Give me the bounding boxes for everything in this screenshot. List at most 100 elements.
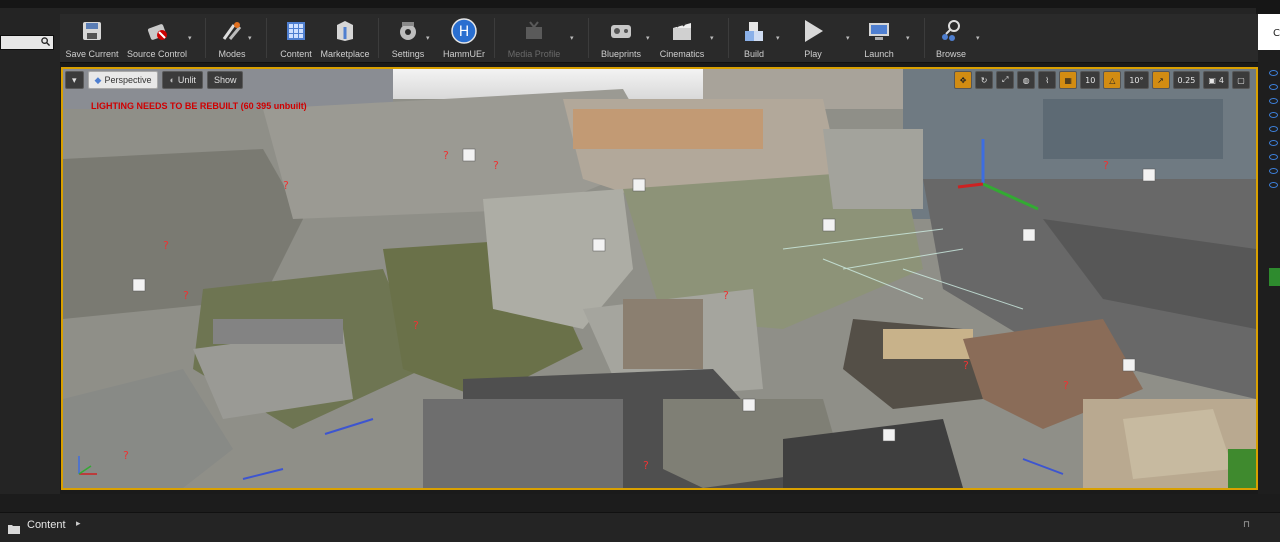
save-icon <box>79 18 105 44</box>
level-viewport[interactable]: ??? ??? ??? ??? ▾ ◆ Perspective ◐ Unlit … <box>61 67 1258 490</box>
build-icon <box>741 18 767 44</box>
search-input[interactable] <box>0 35 54 50</box>
grid-snap-icon[interactable]: ▦ <box>1059 71 1078 89</box>
cinematics-dropdown-icon[interactable]: ▾ <box>710 34 718 42</box>
scale-snap-value[interactable]: 0.25 <box>1172 71 1201 89</box>
source-control-dropdown-icon[interactable]: ▾ <box>188 34 196 42</box>
visibility-eye-icon[interactable] <box>1269 154 1278 160</box>
translate-tool-icon[interactable]: ✥ <box>954 71 973 89</box>
save-current-button[interactable]: Save Current <box>65 14 119 62</box>
blueprints-button[interactable]: Blueprints <box>596 14 646 62</box>
scene-render: ??? ??? ??? ??? <box>63 69 1256 488</box>
folder-icon <box>8 519 20 534</box>
toolbar-separator <box>588 18 589 58</box>
source-control-icon <box>144 18 170 44</box>
play-dropdown-icon[interactable]: ▾ <box>846 34 854 42</box>
svg-text:H: H <box>459 24 470 40</box>
modes-icon <box>219 18 245 44</box>
toolbar-separator <box>266 18 267 58</box>
content-expand-arrow-icon[interactable]: ▸ <box>76 519 81 529</box>
visibility-eye-icon[interactable] <box>1269 126 1278 132</box>
rotation-snap-value[interactable]: 10° <box>1124 71 1149 89</box>
cinematics-icon <box>669 18 695 44</box>
build-dropdown-icon[interactable]: ▾ <box>776 34 784 42</box>
settings-button[interactable]: Settings <box>386 14 430 62</box>
viewport-options-button[interactable]: ▾ <box>65 71 84 89</box>
svg-text:?: ? <box>123 449 129 462</box>
add-component-icon[interactable] <box>1269 268 1280 286</box>
world-local-icon[interactable]: ◍ <box>1017 71 1036 89</box>
marketplace-icon <box>332 18 358 44</box>
visibility-eye-icon[interactable] <box>1269 168 1278 174</box>
browse-icon <box>938 18 964 44</box>
launch-dropdown-icon[interactable]: ▾ <box>906 34 914 42</box>
maximize-viewport-icon[interactable]: ▢ <box>1232 71 1250 89</box>
title-bar <box>0 0 1280 14</box>
scale-snap-icon[interactable]: ↗ <box>1151 71 1170 89</box>
visibility-eye-icon[interactable] <box>1269 112 1278 118</box>
media-profile-icon <box>521 18 547 44</box>
visibility-eye-icon[interactable] <box>1269 84 1278 90</box>
content-browser-tab[interactable]: Content <box>27 519 66 531</box>
rotation-snap-icon[interactable]: △ <box>1103 71 1122 89</box>
window-corner-text: C <box>1273 28 1280 39</box>
content-icon <box>283 18 309 44</box>
panel-splitter <box>0 494 1280 512</box>
view-mode-button[interactable]: ◐ Unlit <box>162 71 203 89</box>
perspective-button[interactable]: ◆ Perspective <box>87 71 159 89</box>
build-button[interactable]: Build <box>736 14 772 62</box>
viewport-top-right-controls: ✥ ↻ ⤢ ◍ ⌇ ▦ 10 △ 10° ↗ 0.25 ▣ 4 ▢ <box>954 71 1250 89</box>
svg-text:?: ? <box>963 359 969 372</box>
cinematics-button[interactable]: Cinematics <box>656 14 708 62</box>
svg-text:?: ? <box>1063 379 1069 392</box>
toolbar-separator <box>378 18 379 58</box>
source-control-button[interactable]: Source Control <box>124 14 190 62</box>
scale-tool-icon[interactable]: ⤢ <box>996 71 1015 89</box>
search-icon <box>41 37 50 46</box>
unlit-icon: ◐ <box>169 75 175 85</box>
visibility-eye-icon[interactable] <box>1269 70 1278 76</box>
surface-snap-icon[interactable]: ⌇ <box>1038 71 1057 89</box>
chevron-down-icon: ▾ <box>72 74 77 85</box>
axis-gizmo-icon <box>78 456 97 475</box>
svg-text:?: ? <box>443 149 449 162</box>
visibility-eye-icon[interactable] <box>1269 98 1278 104</box>
camera-speed-button[interactable]: ▣ 4 <box>1203 71 1229 89</box>
browse-dropdown-icon[interactable]: ▾ <box>976 34 984 42</box>
svg-text:?: ? <box>723 289 729 302</box>
settings-icon <box>395 18 421 44</box>
toolbar-separator <box>728 18 729 58</box>
svg-text:?: ? <box>643 459 649 472</box>
play-button[interactable]: Play <box>798 14 828 62</box>
media-profile-dropdown-icon[interactable]: ▾ <box>570 34 578 42</box>
marketplace-button[interactable]: Marketplace <box>318 14 372 62</box>
visibility-eye-icon[interactable] <box>1269 182 1278 188</box>
media-profile-button[interactable]: Media Profile <box>502 14 566 62</box>
modes-dropdown-icon[interactable]: ▾ <box>248 34 256 42</box>
main-toolbar: Save Current Source Control ▾ Modes ▾ Co… <box>60 14 1258 63</box>
svg-text:?: ? <box>183 289 189 302</box>
lock-icon[interactable]: ⊓ <box>1243 520 1250 530</box>
content-drawer-bar <box>0 512 1280 542</box>
launch-button[interactable]: Launch <box>858 14 900 62</box>
left-panel <box>0 14 60 494</box>
browse-button[interactable]: Browse <box>932 14 970 62</box>
lighting-warning: LIGHTING NEEDS TO BE REBUILT (60 395 unb… <box>91 101 307 111</box>
modes-button[interactable]: Modes <box>212 14 252 62</box>
launch-icon <box>866 18 892 44</box>
settings-dropdown-icon[interactable]: ▾ <box>426 34 434 42</box>
hammuer-button[interactable]: H HammUEr <box>440 14 488 62</box>
svg-text:?: ? <box>1103 159 1109 172</box>
hammuer-icon: H <box>451 18 477 44</box>
show-button[interactable]: Show <box>206 71 244 89</box>
perspective-icon: ◆ <box>94 74 102 85</box>
rotate-tool-icon[interactable]: ↻ <box>975 71 994 89</box>
visibility-eye-icon[interactable] <box>1269 140 1278 146</box>
grid-snap-value[interactable]: 10 <box>1080 71 1101 89</box>
svg-text:?: ? <box>413 319 419 332</box>
blueprints-dropdown-icon[interactable]: ▾ <box>646 34 654 42</box>
content-button[interactable]: Content <box>274 14 318 62</box>
svg-text:?: ? <box>163 239 169 252</box>
toolbar-separator <box>205 18 206 58</box>
toolbar-separator <box>924 18 925 58</box>
